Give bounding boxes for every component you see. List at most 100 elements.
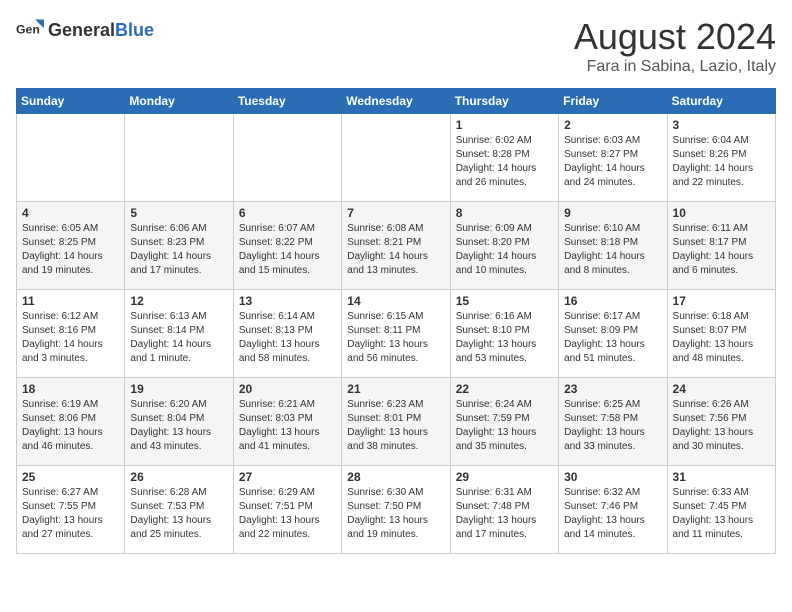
calendar-cell: 11 Sunrise: 6:12 AMSunset: 8:16 PMDaylig… xyxy=(17,290,125,378)
calendar-cell: 5 Sunrise: 6:06 AMSunset: 8:23 PMDayligh… xyxy=(125,202,233,290)
day-number: 4 xyxy=(22,206,119,220)
day-number: 23 xyxy=(564,382,661,396)
calendar-cell: 3 Sunrise: 6:04 AMSunset: 8:26 PMDayligh… xyxy=(667,114,775,202)
calendar-cell: 14 Sunrise: 6:15 AMSunset: 8:11 PMDaylig… xyxy=(342,290,450,378)
column-header-thursday: Thursday xyxy=(450,89,558,114)
day-info: Sunrise: 6:18 AMSunset: 8:07 PMDaylight:… xyxy=(673,310,770,366)
column-header-saturday: Saturday xyxy=(667,89,775,114)
day-info: Sunrise: 6:11 AMSunset: 8:17 PMDaylight:… xyxy=(673,222,770,278)
day-number: 1 xyxy=(456,118,553,132)
calendar-cell: 23 Sunrise: 6:25 AMSunset: 7:58 PMDaylig… xyxy=(559,378,667,466)
svg-text:Gen: Gen xyxy=(16,23,40,37)
calendar-cell: 21 Sunrise: 6:23 AMSunset: 8:01 PMDaylig… xyxy=(342,378,450,466)
day-number: 12 xyxy=(130,294,227,308)
calendar-cell: 19 Sunrise: 6:20 AMSunset: 8:04 PMDaylig… xyxy=(125,378,233,466)
day-number: 8 xyxy=(456,206,553,220)
day-number: 31 xyxy=(673,470,770,484)
day-info: Sunrise: 6:14 AMSunset: 8:13 PMDaylight:… xyxy=(239,310,336,366)
day-number: 3 xyxy=(673,118,770,132)
day-info: Sunrise: 6:05 AMSunset: 8:25 PMDaylight:… xyxy=(22,222,119,278)
calendar-cell: 22 Sunrise: 6:24 AMSunset: 7:59 PMDaylig… xyxy=(450,378,558,466)
day-info: Sunrise: 6:28 AMSunset: 7:53 PMDaylight:… xyxy=(130,486,227,542)
logo: Gen GeneralBlue xyxy=(16,16,154,44)
calendar-cell: 8 Sunrise: 6:09 AMSunset: 8:20 PMDayligh… xyxy=(450,202,558,290)
calendar-cell: 26 Sunrise: 6:28 AMSunset: 7:53 PMDaylig… xyxy=(125,466,233,554)
calendar-cell: 15 Sunrise: 6:16 AMSunset: 8:10 PMDaylig… xyxy=(450,290,558,378)
day-info: Sunrise: 6:27 AMSunset: 7:55 PMDaylight:… xyxy=(22,486,119,542)
calendar-cell: 2 Sunrise: 6:03 AMSunset: 8:27 PMDayligh… xyxy=(559,114,667,202)
day-info: Sunrise: 6:06 AMSunset: 8:23 PMDaylight:… xyxy=(130,222,227,278)
calendar-cell: 25 Sunrise: 6:27 AMSunset: 7:55 PMDaylig… xyxy=(17,466,125,554)
day-info: Sunrise: 6:10 AMSunset: 8:18 PMDaylight:… xyxy=(564,222,661,278)
calendar-cell: 28 Sunrise: 6:30 AMSunset: 7:50 PMDaylig… xyxy=(342,466,450,554)
day-number: 10 xyxy=(673,206,770,220)
day-info: Sunrise: 6:23 AMSunset: 8:01 PMDaylight:… xyxy=(347,398,444,454)
calendar-header-row: SundayMondayTuesdayWednesdayThursdayFrid… xyxy=(17,89,776,114)
week-row-1: 1 Sunrise: 6:02 AMSunset: 8:28 PMDayligh… xyxy=(17,114,776,202)
week-row-5: 25 Sunrise: 6:27 AMSunset: 7:55 PMDaylig… xyxy=(17,466,776,554)
logo-icon: Gen xyxy=(16,16,44,44)
logo-general-text: General xyxy=(48,20,115,40)
day-info: Sunrise: 6:29 AMSunset: 7:51 PMDaylight:… xyxy=(239,486,336,542)
day-number: 5 xyxy=(130,206,227,220)
column-header-monday: Monday xyxy=(125,89,233,114)
day-number: 16 xyxy=(564,294,661,308)
calendar-cell: 30 Sunrise: 6:32 AMSunset: 7:46 PMDaylig… xyxy=(559,466,667,554)
day-number: 29 xyxy=(456,470,553,484)
day-number: 18 xyxy=(22,382,119,396)
calendar-cell: 29 Sunrise: 6:31 AMSunset: 7:48 PMDaylig… xyxy=(450,466,558,554)
day-number: 28 xyxy=(347,470,444,484)
calendar-cell: 9 Sunrise: 6:10 AMSunset: 8:18 PMDayligh… xyxy=(559,202,667,290)
day-info: Sunrise: 6:02 AMSunset: 8:28 PMDaylight:… xyxy=(456,134,553,190)
day-info: Sunrise: 6:04 AMSunset: 8:26 PMDaylight:… xyxy=(673,134,770,190)
day-info: Sunrise: 6:17 AMSunset: 8:09 PMDaylight:… xyxy=(564,310,661,366)
week-row-2: 4 Sunrise: 6:05 AMSunset: 8:25 PMDayligh… xyxy=(17,202,776,290)
day-number: 17 xyxy=(673,294,770,308)
calendar-cell: 13 Sunrise: 6:14 AMSunset: 8:13 PMDaylig… xyxy=(233,290,341,378)
day-number: 9 xyxy=(564,206,661,220)
day-number: 30 xyxy=(564,470,661,484)
day-info: Sunrise: 6:13 AMSunset: 8:14 PMDaylight:… xyxy=(130,310,227,366)
day-info: Sunrise: 6:31 AMSunset: 7:48 PMDaylight:… xyxy=(456,486,553,542)
week-row-4: 18 Sunrise: 6:19 AMSunset: 8:06 PMDaylig… xyxy=(17,378,776,466)
day-number: 11 xyxy=(22,294,119,308)
calendar-cell: 20 Sunrise: 6:21 AMSunset: 8:03 PMDaylig… xyxy=(233,378,341,466)
column-header-tuesday: Tuesday xyxy=(233,89,341,114)
calendar-cell: 18 Sunrise: 6:19 AMSunset: 8:06 PMDaylig… xyxy=(17,378,125,466)
calendar-cell xyxy=(125,114,233,202)
day-number: 20 xyxy=(239,382,336,396)
calendar-cell: 10 Sunrise: 6:11 AMSunset: 8:17 PMDaylig… xyxy=(667,202,775,290)
day-number: 7 xyxy=(347,206,444,220)
column-header-friday: Friday xyxy=(559,89,667,114)
month-year-title: August 2024 xyxy=(574,16,776,58)
day-number: 24 xyxy=(673,382,770,396)
day-info: Sunrise: 6:19 AMSunset: 8:06 PMDaylight:… xyxy=(22,398,119,454)
day-info: Sunrise: 6:26 AMSunset: 7:56 PMDaylight:… xyxy=(673,398,770,454)
page-header: Gen GeneralBlue August 2024 Fara in Sabi… xyxy=(16,16,776,76)
day-number: 19 xyxy=(130,382,227,396)
column-header-wednesday: Wednesday xyxy=(342,89,450,114)
calendar-cell: 7 Sunrise: 6:08 AMSunset: 8:21 PMDayligh… xyxy=(342,202,450,290)
day-number: 2 xyxy=(564,118,661,132)
calendar-cell: 31 Sunrise: 6:33 AMSunset: 7:45 PMDaylig… xyxy=(667,466,775,554)
day-info: Sunrise: 6:30 AMSunset: 7:50 PMDaylight:… xyxy=(347,486,444,542)
day-number: 25 xyxy=(22,470,119,484)
title-block: August 2024 Fara in Sabina, Lazio, Italy xyxy=(574,16,776,76)
day-number: 14 xyxy=(347,294,444,308)
day-info: Sunrise: 6:16 AMSunset: 8:10 PMDaylight:… xyxy=(456,310,553,366)
day-info: Sunrise: 6:33 AMSunset: 7:45 PMDaylight:… xyxy=(673,486,770,542)
day-number: 22 xyxy=(456,382,553,396)
day-info: Sunrise: 6:21 AMSunset: 8:03 PMDaylight:… xyxy=(239,398,336,454)
calendar-cell: 12 Sunrise: 6:13 AMSunset: 8:14 PMDaylig… xyxy=(125,290,233,378)
logo-blue-text: Blue xyxy=(115,20,154,40)
calendar-cell: 6 Sunrise: 6:07 AMSunset: 8:22 PMDayligh… xyxy=(233,202,341,290)
location-subtitle: Fara in Sabina, Lazio, Italy xyxy=(574,58,776,76)
calendar-cell xyxy=(17,114,125,202)
day-number: 13 xyxy=(239,294,336,308)
day-info: Sunrise: 6:32 AMSunset: 7:46 PMDaylight:… xyxy=(564,486,661,542)
calendar-table: SundayMondayTuesdayWednesdayThursdayFrid… xyxy=(16,88,776,554)
calendar-cell: 17 Sunrise: 6:18 AMSunset: 8:07 PMDaylig… xyxy=(667,290,775,378)
day-number: 21 xyxy=(347,382,444,396)
day-number: 26 xyxy=(130,470,227,484)
calendar-cell: 1 Sunrise: 6:02 AMSunset: 8:28 PMDayligh… xyxy=(450,114,558,202)
